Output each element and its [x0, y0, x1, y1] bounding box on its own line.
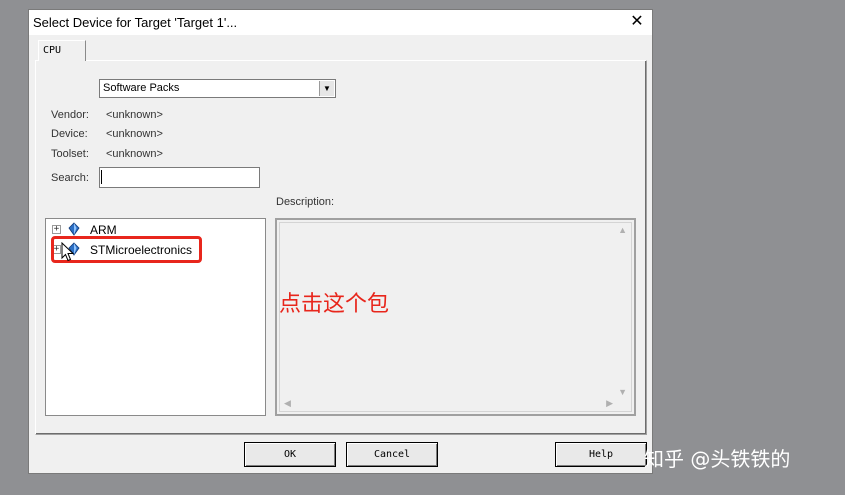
close-button[interactable]: ✕	[628, 13, 646, 31]
toolset-label: Toolset:	[51, 148, 89, 160]
device-source-value: Software Packs	[103, 82, 180, 94]
vendor-label: Vendor:	[51, 109, 89, 121]
device-source-select[interactable]: Software Packs ▼	[99, 79, 336, 98]
cancel-button[interactable]: Cancel	[346, 442, 438, 467]
scroll-left-icon[interactable]: ◀	[284, 398, 291, 409]
select-device-dialog: Select Device for Target 'Target 1'... ✕…	[28, 9, 653, 474]
vendor-value: <unknown>	[106, 109, 163, 121]
scroll-down-icon[interactable]: ▼	[618, 387, 627, 397]
diamond-chip-icon	[68, 222, 80, 236]
tree-item-label: ARM	[90, 223, 117, 237]
device-label: Device:	[51, 128, 88, 140]
ok-button[interactable]: OK	[244, 442, 336, 467]
mouse-pointer-icon	[61, 242, 75, 262]
window-title: Select Device for Target 'Target 1'...	[33, 15, 238, 30]
title-bar: Select Device for Target 'Target 1'... ✕	[29, 10, 652, 35]
dropdown-arrow-icon[interactable]: ▼	[319, 81, 334, 96]
annotation-text: 点击这个包	[279, 292, 390, 317]
scroll-up-icon[interactable]: ▲	[618, 225, 627, 235]
tab-cpu[interactable]: CPU	[38, 40, 86, 61]
device-value: <unknown>	[106, 128, 163, 140]
search-label: Search:	[51, 172, 89, 184]
watermark-text: 知乎 @头铁铁的	[644, 447, 791, 471]
expand-icon[interactable]: +	[52, 225, 61, 234]
toolset-value: <unknown>	[106, 148, 163, 160]
help-button[interactable]: Help	[555, 442, 647, 467]
scroll-right-icon[interactable]: ▶	[606, 398, 613, 409]
description-label: Description:	[276, 196, 335, 208]
text-caret	[101, 170, 102, 184]
search-input[interactable]	[99, 167, 260, 188]
